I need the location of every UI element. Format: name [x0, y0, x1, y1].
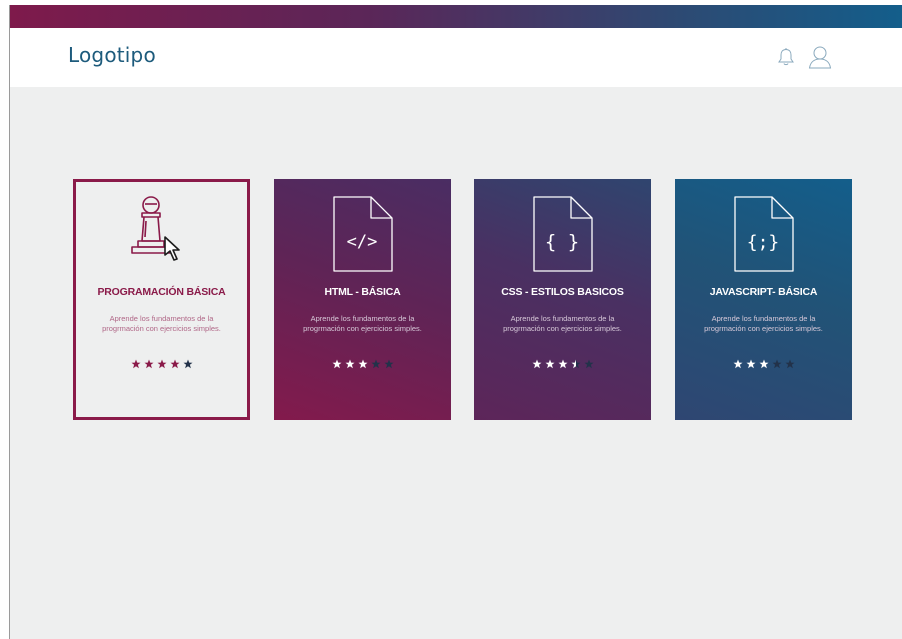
app-window: Logotipo PROGRAMACIÓN BÁSICA Aprende los…: [9, 5, 902, 639]
rating-stars: [733, 359, 795, 369]
rating-stars: [532, 359, 594, 369]
course-title: JAVASCRIPT- BÁSICA: [709, 286, 818, 298]
css-file-label: { }: [544, 231, 578, 253]
star-icon: [332, 359, 341, 369]
star-icon: [144, 359, 153, 369]
star-icon: [772, 359, 781, 369]
star-icon: [733, 359, 742, 369]
star-icon: [532, 359, 541, 369]
course-description: Aprende los fundamentos de la progrmació…: [102, 314, 221, 333]
course-title: PROGRAMACIÓN BÁSICA: [97, 286, 226, 298]
star-icon: [384, 359, 393, 369]
star-icon: [584, 359, 593, 369]
html-file-label: </>: [346, 232, 377, 252]
star-icon: [746, 359, 755, 369]
star-icon: [345, 359, 354, 369]
course-card-css[interactable]: { } CSS - ESTILOS BASICOS Aprende los fu…: [474, 179, 651, 420]
star-icon: [157, 359, 166, 369]
course-card-javascript[interactable]: {;} JAVASCRIPT- BÁSICA Aprende los funda…: [675, 179, 852, 420]
course-title: CSS - ESTILOS BASICOS: [501, 286, 624, 298]
course-description: Aprende los fundamentos de la progrmació…: [704, 314, 823, 333]
javascript-file-icon: {;}: [733, 195, 794, 272]
star-icon: [785, 359, 794, 369]
star-icon: [358, 359, 367, 369]
logo[interactable]: Logotipo: [68, 43, 156, 67]
html-file-icon: </>: [332, 195, 393, 272]
course-description: Aprende los fundamentos de la progrmació…: [503, 314, 622, 333]
course-card-html[interactable]: </> HTML - BÁSICA Aprende los fundamento…: [274, 179, 451, 420]
star-icon: [759, 359, 768, 369]
css-file-icon: { }: [532, 195, 593, 272]
course-title: HTML - BÁSICA: [324, 286, 401, 298]
header: Logotipo: [10, 28, 902, 87]
star-icon: [131, 359, 140, 369]
chess-pawn-icon: [127, 195, 197, 267]
star-icon: [545, 359, 554, 369]
star-icon: [558, 359, 567, 369]
star-icon: [371, 359, 380, 369]
star-icon: [170, 359, 179, 369]
course-description: Aprende los fundamentos de la progrmació…: [303, 314, 422, 333]
top-accent-bar: [10, 5, 902, 28]
bell-icon[interactable]: [772, 42, 800, 72]
user-icon[interactable]: [806, 42, 834, 72]
rating-stars: [332, 359, 394, 369]
rating-stars: [131, 359, 193, 369]
javascript-file-label: {;}: [746, 232, 779, 253]
course-card-programacion[interactable]: PROGRAMACIÓN BÁSICA Aprende los fundamen…: [73, 179, 250, 420]
star-icon: [571, 359, 580, 369]
star-icon: [183, 359, 192, 369]
